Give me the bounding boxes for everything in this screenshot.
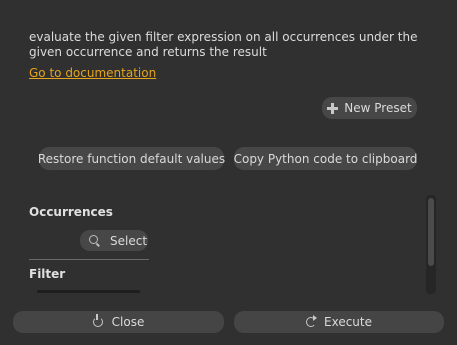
copy-python-label: Copy Python code to clipboard — [233, 151, 418, 166]
function-dialog: evaluate the given filter expression on … — [0, 0, 457, 345]
search-icon — [89, 234, 98, 244]
restore-defaults-button[interactable]: Restore function default values — [37, 147, 226, 170]
new-preset-button[interactable]: New Preset — [322, 97, 417, 119]
execute-label: Execute — [324, 315, 372, 329]
refresh-icon — [306, 317, 316, 327]
section-divider — [29, 259, 149, 260]
power-icon — [92, 314, 103, 327]
filter-section-title: Filter — [29, 267, 66, 281]
execute-button[interactable]: Execute — [234, 311, 444, 333]
scrollbar-thumb[interactable] — [428, 198, 434, 266]
close-label: Close — [111, 315, 145, 329]
restore-defaults-label: Restore function default values — [37, 151, 226, 166]
select-occurrences-button[interactable]: Select — [80, 230, 148, 251]
plus-icon — [327, 102, 339, 114]
new-preset-label: New Preset — [344, 101, 412, 115]
filter-input-edge[interactable] — [37, 290, 140, 293]
occurrences-section-title: Occurrences — [29, 205, 113, 219]
select-label: Select — [110, 233, 148, 248]
documentation-link[interactable]: Go to documentation — [29, 66, 156, 80]
copy-python-button[interactable]: Copy Python code to clipboard — [234, 147, 417, 170]
function-description: evaluate the given filter expression on … — [29, 30, 418, 59]
close-button[interactable]: Close — [13, 311, 224, 333]
